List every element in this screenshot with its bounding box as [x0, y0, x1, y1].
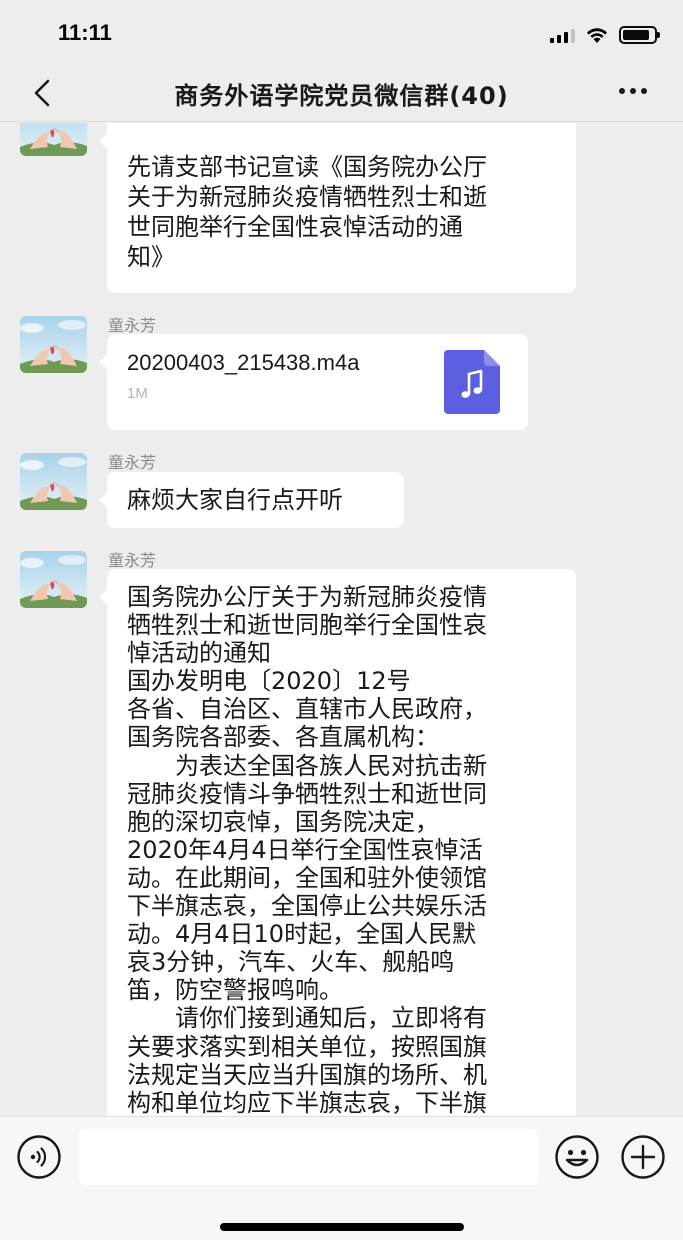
more-options-icon[interactable] — [619, 88, 647, 94]
battery-level — [623, 30, 649, 40]
input-bar — [0, 1116, 683, 1240]
signal-icon — [550, 27, 575, 43]
message-text: 先请支部书记宣读《国务院办公厅 关于为新冠肺炎疫情牺牲烈士和逝 世同胞举行全国性… — [127, 153, 487, 271]
avatar[interactable] — [20, 453, 87, 510]
sender-name: 童永芳 — [108, 551, 157, 570]
battery-icon — [619, 26, 660, 44]
message-text: 国务院办公厅关于为新冠肺炎疫情 牺牲烈士和逝世同胞举行全国性哀 悼活动的通知 国… — [127, 583, 487, 1116]
avatar[interactable] — [20, 123, 87, 156]
avatar[interactable] — [20, 551, 87, 608]
file-message[interactable]: 20200403_215438.m4a 1M — [99, 334, 528, 430]
music-file-icon — [444, 350, 500, 414]
chat-title: 商务外语学院党员微信群(40) — [174, 82, 509, 110]
wifi-icon — [587, 28, 607, 43]
status-time: 11:11 — [58, 20, 112, 45]
avatar-image — [20, 453, 87, 510]
message-input[interactable] — [79, 1129, 538, 1185]
sender-name: 童永芳 — [108, 453, 157, 472]
emoji-icon[interactable] — [554, 1134, 600, 1180]
status-icons — [550, 22, 660, 48]
file-name: 20200403_215438.m4a — [127, 350, 360, 375]
sender-name: 童永芳 — [108, 316, 157, 335]
avatar[interactable] — [20, 316, 87, 373]
message-bubble[interactable]: 先请支部书记宣读《国务院办公厅 关于为新冠肺炎疫情牺牲烈士和逝 世同胞举行全国性… — [99, 123, 576, 293]
message-bubble[interactable]: 麻烦大家自行点开听 — [99, 472, 404, 528]
plus-icon[interactable] — [620, 1134, 666, 1180]
file-size: 1M — [127, 385, 148, 402]
voice-input-icon[interactable] — [16, 1134, 62, 1180]
message-text: 麻烦大家自行点开听 — [127, 486, 343, 514]
home-indicator — [220, 1223, 464, 1231]
nav-bar: 商务外语学院党员微信群(40) — [0, 64, 683, 122]
status-bar: 11:11 — [0, 0, 683, 64]
avatar-image — [20, 123, 87, 156]
message-bubble[interactable]: 国务院办公厅关于为新冠肺炎疫情 牺牲烈士和逝世同胞举行全国性哀 悼活动的通知 国… — [99, 569, 576, 1116]
avatar-image — [20, 316, 87, 373]
avatar-image — [20, 551, 87, 608]
chat-area[interactable]: 先请支部书记宣读《国务院办公厅 关于为新冠肺炎疫情牺牲烈士和逝 世同胞举行全国性… — [0, 123, 683, 1116]
